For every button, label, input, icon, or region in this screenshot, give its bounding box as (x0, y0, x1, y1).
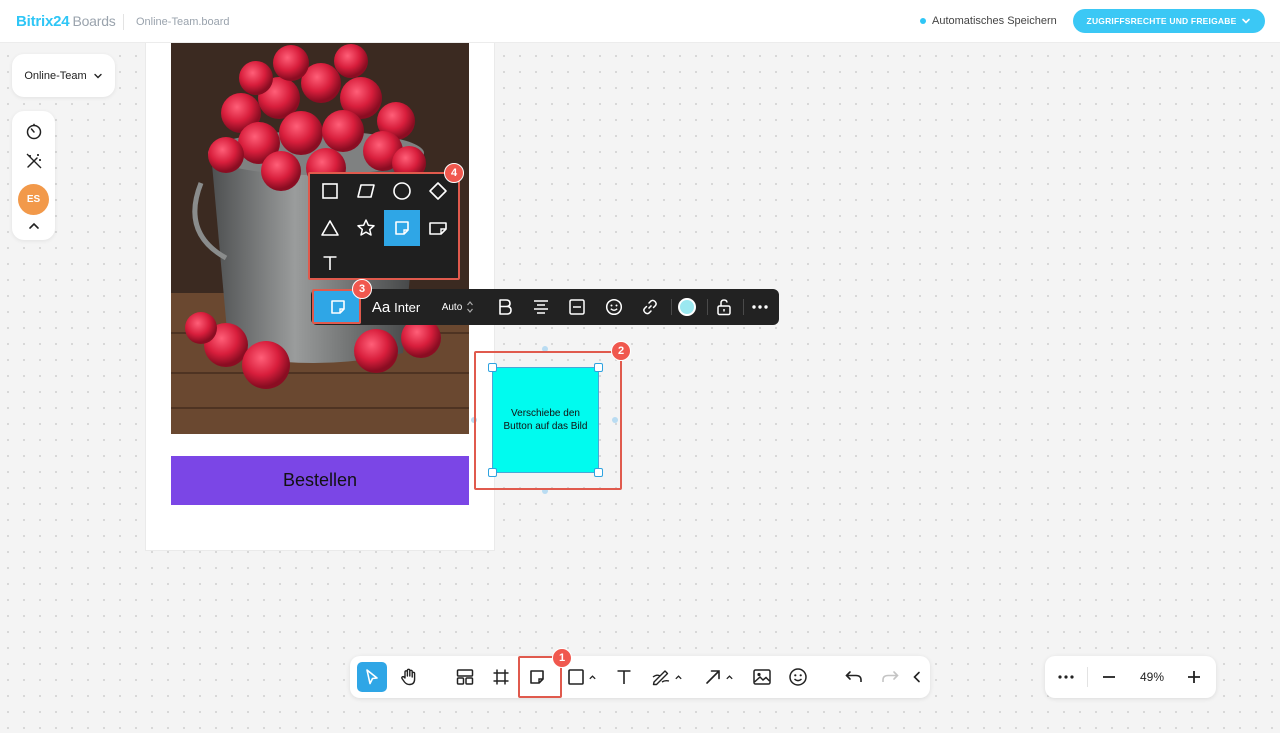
redo-icon (882, 671, 899, 682)
highlight-shape-picker (308, 172, 460, 280)
color-swatch (678, 298, 696, 316)
layout-icon (456, 669, 474, 685)
color-picker-button[interactable] (673, 289, 701, 325)
magic-button[interactable] (12, 152, 55, 170)
emoji-tool[interactable] (783, 656, 813, 698)
arrow-tool[interactable] (700, 656, 738, 698)
toolbar-divider (743, 299, 744, 315)
step-badge-1: 1 (552, 648, 572, 668)
redo-button[interactable] (875, 656, 905, 698)
left-tools-panel: ES (12, 111, 55, 240)
chevron-up-icon (675, 674, 682, 679)
image-tool[interactable] (747, 656, 777, 698)
magic-wand-off-icon (26, 153, 41, 169)
cursor-icon (366, 669, 378, 685)
more-options-button[interactable] (746, 289, 774, 325)
step-badge-3: 3 (352, 279, 372, 299)
pen-scribble-icon (652, 670, 670, 686)
autosave-dot-icon (920, 18, 926, 24)
logo[interactable]: Bitrix24 Boards (16, 13, 116, 30)
more-horizontal-icon (752, 305, 768, 309)
frame-tool[interactable] (486, 656, 516, 698)
emoji-icon (789, 668, 807, 686)
minus-icon (1103, 676, 1115, 678)
chevron-down-icon (93, 73, 102, 78)
chevron-left-icon (913, 671, 920, 683)
chevron-up-icon (28, 222, 39, 229)
chevron-up-icon (726, 674, 733, 679)
emoji-icon (605, 298, 623, 316)
font-size-value: Auto (441, 301, 463, 313)
context-toolbar: Aa Inter Auto (311, 289, 779, 325)
team-selector[interactable]: Online-Team (12, 54, 115, 97)
team-selector-label: Online-Team (24, 69, 87, 82)
toolbar-divider (671, 299, 672, 315)
font-name: Inter (394, 299, 421, 315)
image-icon (753, 669, 771, 685)
timer-icon (26, 123, 41, 140)
link-button[interactable] (636, 289, 664, 325)
header-divider (123, 14, 124, 30)
autosave-status: Automatisches Speichern (920, 15, 1057, 27)
align-button[interactable] (527, 289, 555, 325)
hand-icon (401, 668, 416, 686)
font-size-select[interactable]: Auto (435, 289, 481, 325)
share-button[interactable]: ZUGRIFFSRECHTE UND FREIGABE (1073, 9, 1265, 33)
font-glyph: Aa (371, 298, 391, 316)
vertical-align-icon (569, 299, 585, 315)
select-tool[interactable] (357, 662, 387, 692)
pen-tool[interactable] (648, 656, 686, 698)
share-button-label: ZUGRIFFSRECHTE UND FREIGABE (1086, 16, 1237, 26)
plus-icon (1188, 671, 1200, 683)
zoom-divider (1087, 667, 1088, 687)
board-name[interactable]: Online-Team.board (136, 16, 230, 28)
text-icon (617, 670, 631, 684)
text-tool[interactable] (609, 656, 639, 698)
highlight-sticky (474, 351, 622, 490)
logo-text: Bitrix (16, 13, 54, 30)
templates-tool[interactable] (450, 656, 480, 698)
hand-tool[interactable] (394, 656, 424, 698)
zoom-out-button[interactable] (1094, 656, 1124, 698)
timer-button[interactable] (12, 122, 55, 140)
lock-button[interactable] (710, 289, 738, 325)
logo-number: 24 (53, 13, 70, 30)
zoom-panel: 49% (1045, 656, 1216, 698)
chevron-down-icon (1242, 18, 1251, 24)
autosave-label: Automatisches Speichern (932, 15, 1057, 27)
square-icon (568, 669, 584, 685)
collapse-toolbar-button[interactable] (908, 656, 926, 698)
toolbar-divider (707, 299, 708, 315)
undo-icon (845, 671, 862, 682)
vertical-align-button[interactable] (563, 289, 591, 325)
avatar[interactable]: ES (18, 184, 49, 215)
stepper-icon (467, 301, 474, 313)
unlock-icon (717, 299, 731, 316)
align-center-icon (534, 300, 548, 314)
undo-button[interactable] (839, 656, 869, 698)
more-horizontal-icon (1058, 675, 1074, 679)
top-bar: Bitrix24 Boards Online-Team.board Automat… (0, 0, 1280, 43)
zoom-more-button[interactable] (1051, 656, 1081, 698)
font-family-select[interactable]: Aa Inter (367, 289, 425, 325)
step-badge-4: 4 (444, 163, 464, 183)
emoji-button[interactable] (600, 289, 628, 325)
frame-icon (493, 669, 509, 685)
bottom-toolbar (350, 656, 930, 698)
logo-product: Boards (72, 13, 116, 29)
step-badge-2: 2 (611, 341, 631, 361)
zoom-in-button[interactable] (1179, 656, 1209, 698)
zoom-level[interactable]: 49% (1130, 656, 1174, 698)
arrow-icon (706, 670, 720, 684)
bold-icon (499, 299, 512, 315)
link-icon (643, 299, 657, 315)
order-button[interactable]: Bestellen (171, 456, 469, 505)
collapse-button[interactable] (12, 219, 55, 233)
bold-button[interactable] (491, 289, 519, 325)
chevron-up-icon (589, 674, 596, 679)
